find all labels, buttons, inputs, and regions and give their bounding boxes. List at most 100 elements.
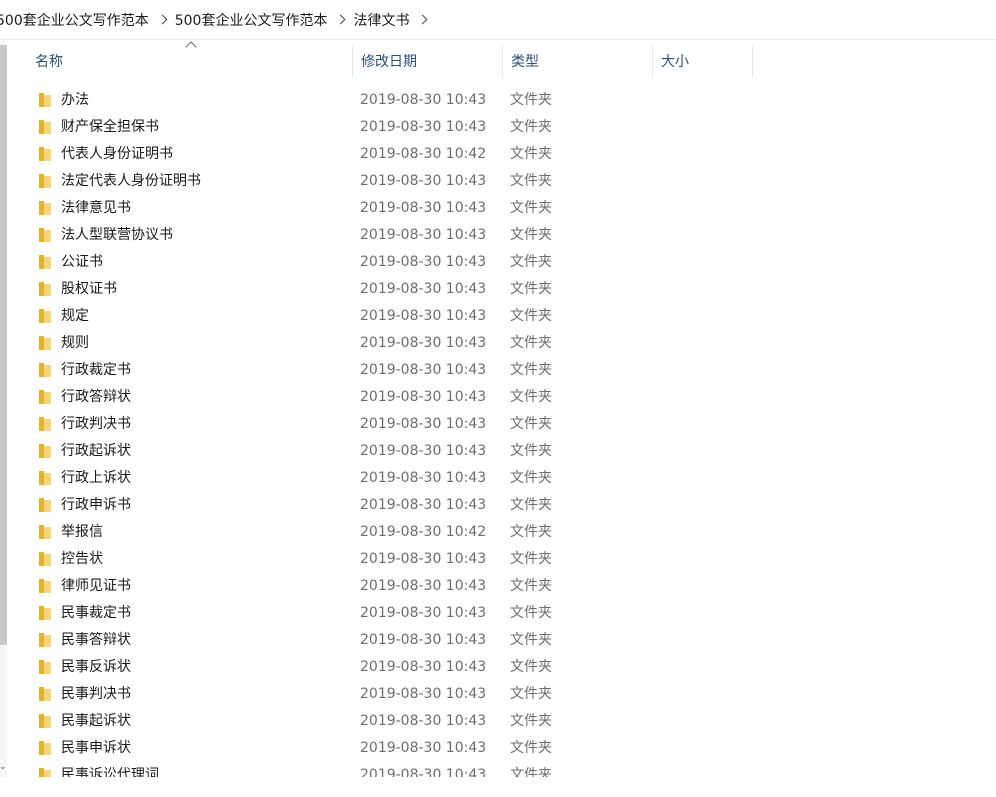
file-modified-date: 2019-08-30 10:43 [360, 713, 487, 729]
chevron-right-icon[interactable] [151, 0, 173, 40]
file-list-row[interactable]: 民事反诉状 2019-08-30 10:43 文件夹 [0, 654, 996, 681]
file-modified-date: 2019-08-30 10:43 [360, 227, 487, 243]
file-modified-date: 2019-08-30 10:43 [360, 416, 487, 432]
column-header-size[interactable]: 大小 [653, 41, 752, 79]
file-list-row[interactable]: 公证书 2019-08-30 10:43 文件夹 [0, 249, 996, 276]
file-name[interactable]: 民事反诉状 [61, 654, 131, 681]
folder-icon [39, 687, 51, 701]
file-name[interactable]: 法人型联营协议书 [61, 222, 173, 249]
file-name[interactable]: 股权证书 [61, 276, 117, 303]
folder-icon [39, 174, 51, 188]
file-name[interactable]: 律师见证书 [61, 573, 131, 600]
file-modified-date: 2019-08-30 10:42 [360, 146, 487, 162]
breadcrumb-item[interactable]: 500套企业公文写作范本 [0, 10, 151, 30]
file-name[interactable]: 行政上诉状 [61, 465, 131, 492]
file-list-row[interactable]: 财产保全担保书 2019-08-30 10:43 文件夹 [0, 114, 996, 141]
column-header-row: 名称 修改日期 类型 大小 [7, 41, 996, 79]
file-name[interactable]: 公证书 [61, 249, 103, 276]
file-list-row[interactable]: 法人型联营协议书 2019-08-30 10:43 文件夹 [0, 222, 996, 249]
file-name[interactable]: 规则 [61, 330, 89, 357]
file-name[interactable]: 代表人身份证明书 [61, 141, 173, 168]
file-name[interactable]: 行政答辩状 [61, 384, 131, 411]
chevron-right-icon[interactable] [411, 0, 433, 40]
folder-icon [39, 309, 51, 323]
file-list-row[interactable]: 行政判决书 2019-08-30 10:43 文件夹 [0, 411, 996, 438]
file-name[interactable]: 财产保全担保书 [61, 114, 159, 141]
file-modified-date: 2019-08-30 10:43 [360, 200, 487, 216]
breadcrumb-item[interactable]: 500套企业公文写作范本 [173, 10, 330, 30]
file-list-row[interactable]: 办法 2019-08-30 10:43 文件夹 [0, 87, 996, 114]
file-type: 文件夹 [510, 227, 552, 243]
file-type: 文件夹 [510, 551, 552, 567]
file-name[interactable]: 民事申诉状 [61, 735, 131, 762]
file-modified-date: 2019-08-30 10:43 [360, 740, 487, 756]
file-type: 文件夹 [510, 632, 552, 648]
column-header-type[interactable]: 类型 [503, 41, 652, 79]
folder-icon [39, 201, 51, 215]
file-modified-date: 2019-08-30 10:43 [360, 335, 487, 351]
file-name[interactable]: 法律意见书 [61, 195, 131, 222]
file-list-row[interactable]: 行政裁定书 2019-08-30 10:43 文件夹 [0, 357, 996, 384]
file-type: 文件夹 [510, 659, 552, 675]
folder-icon [39, 444, 51, 458]
column-header-size-label: 大小 [661, 54, 689, 70]
folder-icon [39, 336, 51, 350]
file-name[interactable]: 法定代表人身份证明书 [61, 168, 201, 195]
file-list-row[interactable]: 规则 2019-08-30 10:43 文件夹 [0, 330, 996, 357]
file-list-row[interactable]: 民事判决书 2019-08-30 10:43 文件夹 [0, 681, 996, 708]
file-list-row[interactable]: 民事答辩状 2019-08-30 10:43 文件夹 [0, 627, 996, 654]
file-name[interactable]: 行政判决书 [61, 411, 131, 438]
file-name[interactable]: 民事诉讼代理词 [61, 762, 159, 777]
file-type: 文件夹 [510, 686, 552, 702]
file-name[interactable]: 办法 [61, 87, 89, 114]
file-type: 文件夹 [510, 92, 552, 108]
file-modified-date: 2019-08-30 10:43 [360, 659, 487, 675]
file-list-row[interactable]: 行政答辩状 2019-08-30 10:43 文件夹 [0, 384, 996, 411]
column-header-type-label: 类型 [511, 54, 539, 70]
file-list-row[interactable]: 行政申诉书 2019-08-30 10:43 文件夹 [0, 492, 996, 519]
column-divider[interactable] [752, 46, 753, 78]
chevron-right-icon[interactable] [329, 0, 351, 40]
file-list-row[interactable]: 民事申诉状 2019-08-30 10:43 文件夹 [0, 735, 996, 762]
file-modified-date: 2019-08-30 10:43 [360, 443, 487, 459]
folder-icon [39, 120, 51, 134]
file-list-row[interactable]: 行政起诉状 2019-08-30 10:43 文件夹 [0, 438, 996, 465]
file-modified-date: 2019-08-30 10:43 [360, 497, 487, 513]
file-modified-date: 2019-08-30 10:43 [360, 632, 487, 648]
folder-icon [39, 768, 51, 777]
file-name[interactable]: 规定 [61, 303, 89, 330]
breadcrumb-item-current[interactable]: 法律文书 [351, 10, 411, 30]
column-header-date[interactable]: 修改日期 [353, 41, 502, 79]
file-list-row[interactable]: 民事裁定书 2019-08-30 10:43 文件夹 [0, 600, 996, 627]
file-name[interactable]: 民事答辩状 [61, 627, 131, 654]
file-name[interactable]: 行政起诉状 [61, 438, 131, 465]
folder-icon [39, 228, 51, 242]
file-type: 文件夹 [510, 524, 552, 540]
file-name[interactable]: 行政裁定书 [61, 357, 131, 384]
address-bar[interactable]: 500套企业公文写作范本 500套企业公文写作范本 法律文书 [0, 0, 996, 40]
file-list-row[interactable]: 民事诉讼代理词 2019-08-30 10:43 文件夹 [0, 762, 996, 777]
breadcrumb: 500套企业公文写作范本 500套企业公文写作范本 法律文书 [0, 0, 433, 40]
file-name[interactable]: 民事判决书 [61, 681, 131, 708]
file-name[interactable]: 举报信 [61, 519, 103, 546]
window-bottom-edge [0, 777, 996, 797]
file-list-row[interactable]: 代表人身份证明书 2019-08-30 10:42 文件夹 [0, 141, 996, 168]
file-list-row[interactable]: 行政上诉状 2019-08-30 10:43 文件夹 [0, 465, 996, 492]
folder-icon [39, 606, 51, 620]
folder-icon [39, 471, 51, 485]
file-name[interactable]: 控告状 [61, 546, 103, 573]
file-list-row[interactable]: 控告状 2019-08-30 10:43 文件夹 [0, 546, 996, 573]
file-list-row[interactable]: 股权证书 2019-08-30 10:43 文件夹 [0, 276, 996, 303]
file-list-row[interactable]: 法律意见书 2019-08-30 10:43 文件夹 [0, 195, 996, 222]
file-name[interactable]: 民事起诉状 [61, 708, 131, 735]
file-list-row[interactable]: 举报信 2019-08-30 10:42 文件夹 [0, 519, 996, 546]
file-list-row[interactable]: 规定 2019-08-30 10:43 文件夹 [0, 303, 996, 330]
file-name[interactable]: 民事裁定书 [61, 600, 131, 627]
file-list-row[interactable]: 法定代表人身份证明书 2019-08-30 10:43 文件夹 [0, 168, 996, 195]
file-type: 文件夹 [510, 605, 552, 621]
file-type: 文件夹 [510, 146, 552, 162]
file-type: 文件夹 [510, 119, 552, 135]
file-list-row[interactable]: 民事起诉状 2019-08-30 10:43 文件夹 [0, 708, 996, 735]
file-list-row[interactable]: 律师见证书 2019-08-30 10:43 文件夹 [0, 573, 996, 600]
file-name[interactable]: 行政申诉书 [61, 492, 131, 519]
